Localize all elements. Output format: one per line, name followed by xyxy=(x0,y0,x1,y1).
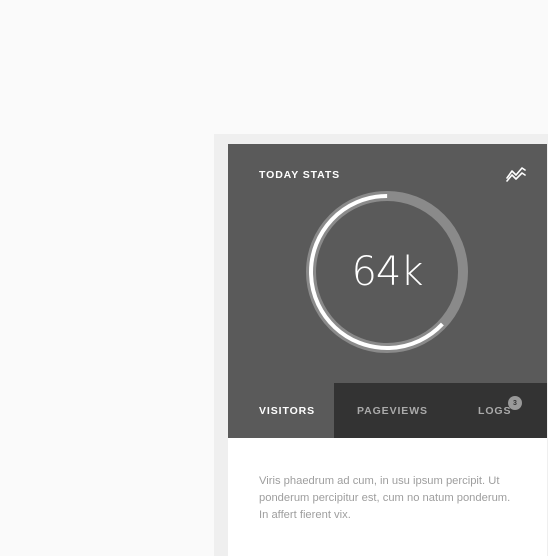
card-description: Viris phaedrum ad cum, in usu ipsum perc… xyxy=(228,438,547,524)
stats-header: TODAY STATS 64k xyxy=(228,144,547,383)
logs-count-badge: 3 xyxy=(508,396,522,410)
stat-value: 64k xyxy=(351,249,423,295)
description-text: Viris phaedrum ad cum, in usu ipsum perc… xyxy=(259,475,511,521)
tab-visitors[interactable]: VISITORS xyxy=(228,383,334,438)
tab-pageviews[interactable]: PAGEVIEWS LOGS 3 xyxy=(334,383,547,438)
trend-chart-icon[interactable] xyxy=(506,165,526,182)
card-title: TODAY STATS xyxy=(259,169,341,181)
stats-tabs: VISITORS PAGEVIEWS LOGS 3 xyxy=(228,383,547,438)
tab-logs[interactable]: LOGS xyxy=(478,383,511,438)
tab-logs-label: LOGS xyxy=(478,404,512,417)
tab-pageviews-label: PAGEVIEWS xyxy=(357,404,428,417)
tab-visitors-label: VISITORS xyxy=(259,404,316,417)
today-stats-card: TODAY STATS 64k VISITORS PAGEVIEWS LOGS … xyxy=(228,144,547,556)
